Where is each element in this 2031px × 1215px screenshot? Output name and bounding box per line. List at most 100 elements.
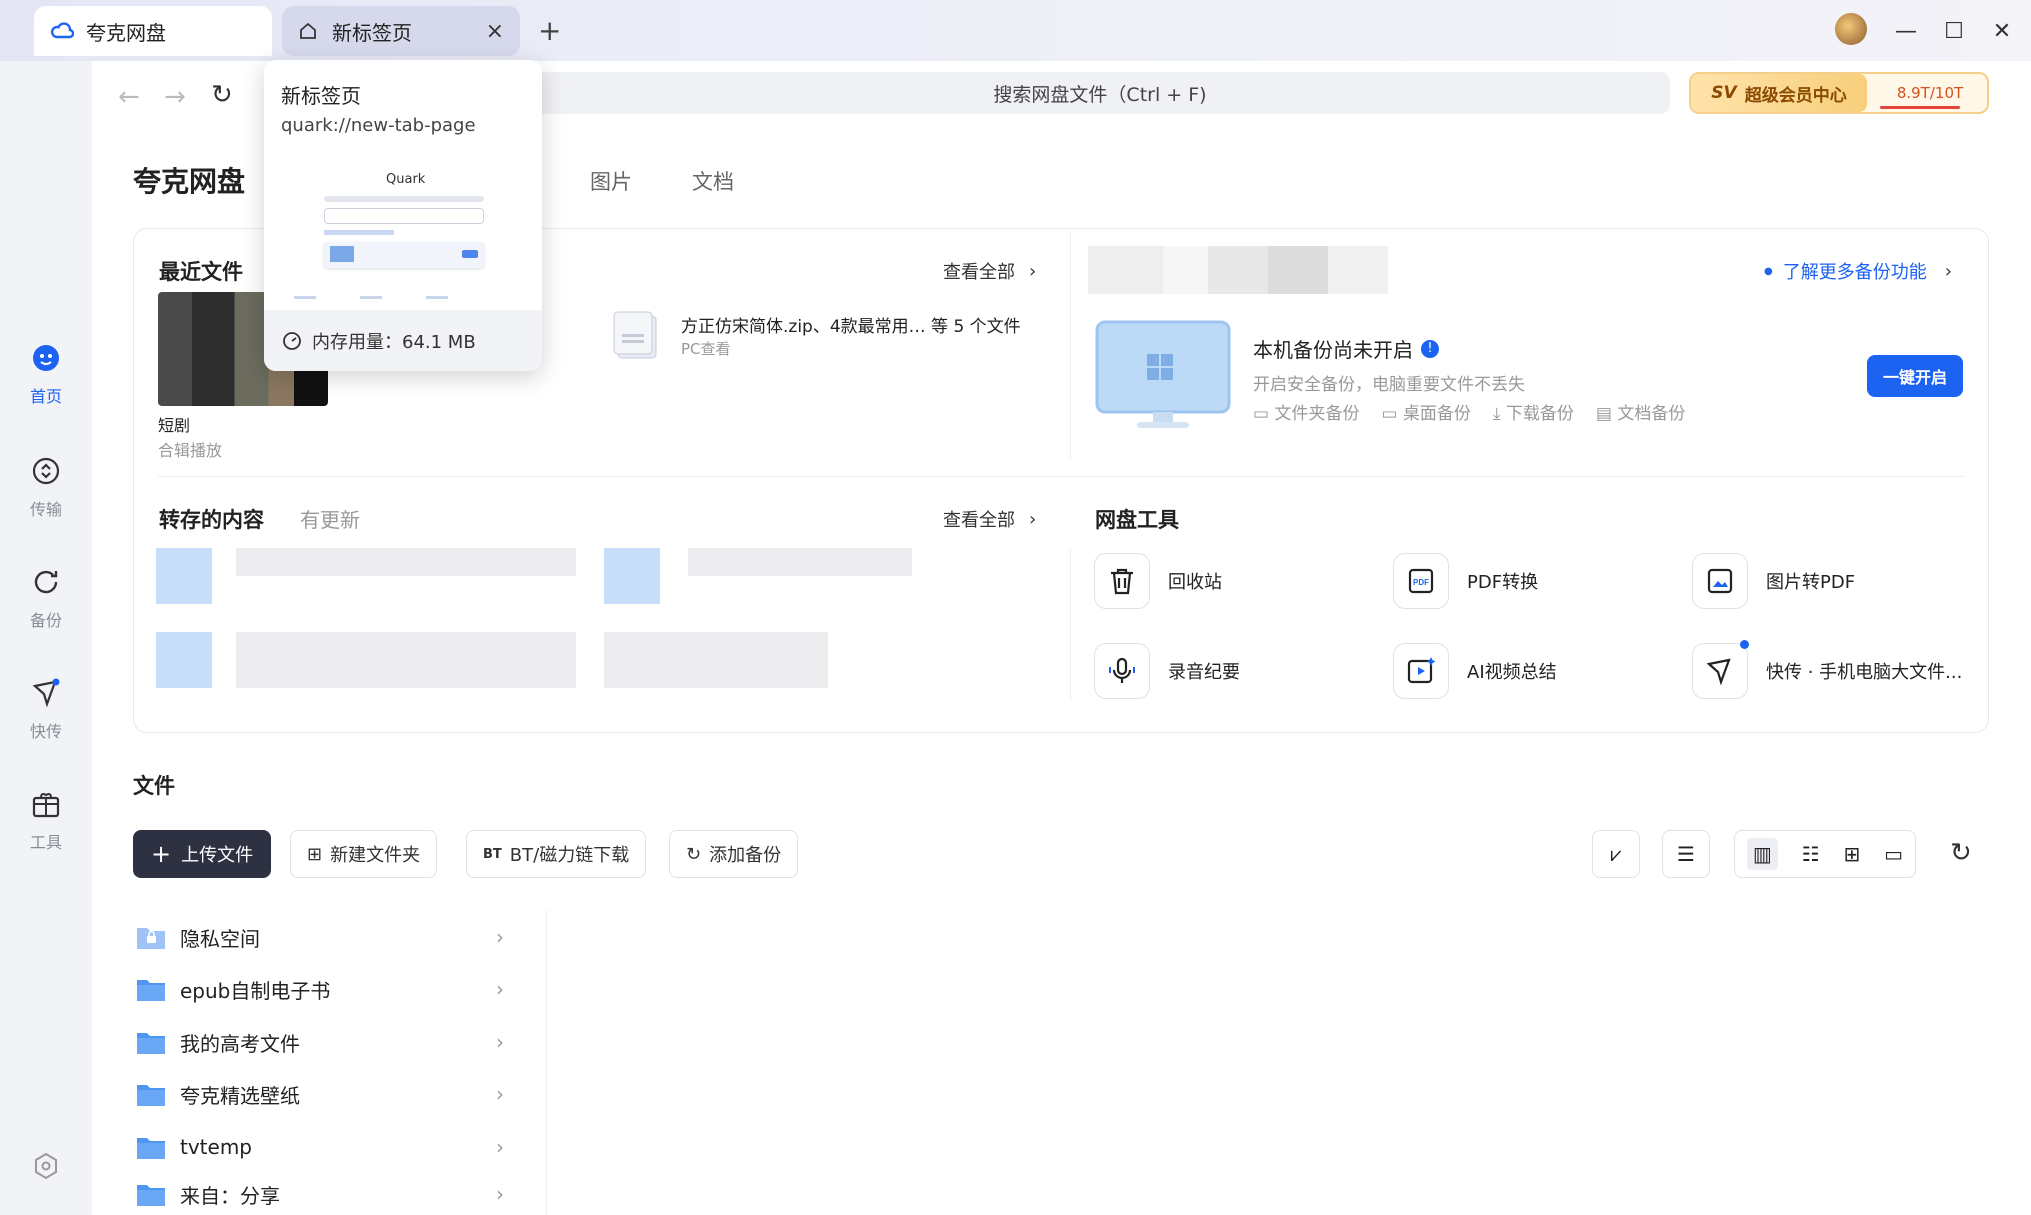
info-icon[interactable]: !: [1421, 339, 1439, 358]
recent-view-all-link[interactable]: 查看全部 ›: [943, 258, 1036, 284]
backup-option-folder[interactable]: ▭ 文件夹备份: [1253, 399, 1359, 424]
backup-learn-more-link[interactable]: ● 了解更多备份功能 ›: [1764, 258, 1952, 284]
sidebar-item-transfer[interactable]: 传输: [0, 456, 92, 520]
tool-label: 回收站: [1168, 572, 1222, 593]
preview-view-icon[interactable]: ▭: [1884, 842, 1903, 866]
settings-icon[interactable]: [32, 1152, 60, 1180]
thumb-brand: Quark: [386, 172, 426, 187]
memory-usage-label: 内存用量：64.1 MB: [312, 331, 476, 353]
close-window-button[interactable]: ✕: [1982, 14, 2022, 48]
sidebar-item-backup[interactable]: 备份: [0, 567, 92, 631]
maximize-button[interactable]: ☐: [1934, 14, 1974, 48]
backup-option-download[interactable]: ⤓ 下载备份: [1493, 399, 1574, 424]
sidebar-item-quick-send[interactable]: 快传: [0, 678, 92, 742]
chevron-right-icon: ›: [496, 1135, 504, 1159]
popup-thumbnail: Quark: [264, 160, 542, 310]
saved-item-thumb-blurred[interactable]: [604, 632, 828, 688]
saved-item-thumb[interactable]: [156, 632, 212, 688]
tool-label: 图片转PDF: [1766, 572, 1856, 593]
tools-title: 网盘工具: [1095, 508, 1179, 532]
view-all-label: 查看全部: [943, 262, 1015, 283]
folder-row[interactable]: 夸克精选壁纸 ›: [136, 1068, 504, 1120]
forward-button[interactable]: →: [164, 82, 186, 112]
thumb-image: [330, 246, 354, 262]
minimize-button[interactable]: —: [1886, 14, 1926, 48]
enable-backup-button[interactable]: 一键开启: [1867, 355, 1963, 397]
sidebar: [0, 61, 92, 1215]
new-folder-button[interactable]: ⊞ 新建文件夹: [290, 830, 438, 878]
home-outline-icon: [298, 21, 318, 41]
tool-voice-notes[interactable]: 录音纪要: [1094, 643, 1240, 699]
folder-row-private[interactable]: 隐私空间 ›: [136, 911, 504, 963]
tool-label: PDF转换: [1467, 572, 1539, 593]
saved-content-title: 转存的内容: [159, 508, 264, 532]
tab-new-tab[interactable]: 新标签页 ×: [282, 6, 520, 56]
folder-name: 夸克精选壁纸: [180, 1083, 300, 1108]
option-label: 桌面备份: [1402, 404, 1471, 424]
refresh-icon[interactable]: ↻: [1950, 838, 1972, 868]
button-label: BT/磁力链下载: [509, 845, 630, 866]
sidebar-item-label: 首页: [29, 387, 62, 406]
avatar[interactable]: [1835, 13, 1867, 45]
refresh-icon[interactable]: ↻: [211, 80, 233, 110]
tool-label: 快传 · 手机电脑大文件...: [1766, 662, 1963, 683]
folder-row[interactable]: tvtemp ›: [136, 1121, 504, 1173]
saved-item-thumb[interactable]: [156, 548, 212, 604]
option-label: 下载备份: [1505, 404, 1574, 424]
saved-item-text-blurred: [688, 548, 912, 576]
saved-view-all-link[interactable]: 查看全部 ›: [943, 506, 1036, 532]
tool-recycle-bin[interactable]: 回收站: [1094, 553, 1222, 609]
new-tab-button[interactable]: +: [538, 14, 561, 47]
folder-row[interactable]: epub自制电子书 ›: [136, 963, 504, 1015]
tool-ai-video-summary[interactable]: AI视频总结: [1393, 643, 1557, 699]
backup-option-desktop[interactable]: ▭ 桌面备份: [1381, 399, 1470, 424]
saved-item-text-blurred: [236, 548, 576, 576]
sidebar-item-label: 备份: [29, 611, 62, 630]
back-button[interactable]: ←: [118, 82, 140, 112]
saved-content-subtitle[interactable]: 有更新: [300, 504, 360, 533]
upload-button[interactable]: + 上传文件: [133, 830, 272, 878]
page-title: 夸克网盘: [133, 165, 246, 198]
folder-row[interactable]: 我的高考文件 ›: [136, 1016, 504, 1068]
backup-icon: ↻: [686, 843, 702, 865]
divider: [1070, 232, 1071, 458]
column-view-icon[interactable]: ▥: [1746, 838, 1778, 870]
folder-row[interactable]: 来自：分享 ›: [136, 1173, 504, 1215]
sidebar-item-tools[interactable]: 工具: [0, 789, 92, 853]
thumb-line: [324, 196, 484, 202]
sidebar-item-home[interactable]: 首页: [0, 343, 92, 407]
backup-status-title: 本机备份尚未开启!: [1253, 334, 1439, 363]
files-title: 文件: [133, 774, 175, 798]
vip-center-button[interactable]: SV 超级会员中心: [1691, 74, 1867, 112]
gauge-icon: [282, 331, 302, 351]
tab-quark-drive[interactable]: 夸克网盘: [34, 6, 272, 56]
view-mode-group: ▥ ☷ ⊞ ▭: [1734, 830, 1916, 878]
computer-monitor-icon: [1095, 320, 1231, 432]
tool-image-to-pdf[interactable]: 图片转PDF: [1692, 553, 1855, 609]
toolbox-icon: [31, 789, 61, 829]
add-backup-button[interactable]: ↻ 添加备份: [669, 830, 799, 878]
chevron-right-icon: ›: [496, 977, 504, 1001]
filter-button[interactable]: ⩗: [1592, 830, 1640, 878]
option-label: 文件夹备份: [1274, 404, 1360, 424]
folder-icon: [136, 1181, 166, 1207]
backup-option-docs[interactable]: ▤ 文档备份: [1596, 399, 1685, 424]
sort-button[interactable]: ☰: [1662, 830, 1710, 878]
saved-item-thumb[interactable]: [604, 548, 660, 604]
tool-pdf-convert[interactable]: PDF PDF转换: [1393, 553, 1538, 609]
notification-dot: [1740, 640, 1749, 649]
chevron-right-icon: ›: [1029, 508, 1037, 530]
search-input[interactable]: 搜索网盘文件（Ctrl + F): [530, 72, 1670, 114]
tool-quick-send[interactable]: 快传 · 手机电脑大文件...: [1692, 640, 1963, 699]
tab-documents[interactable]: 文档: [692, 166, 734, 196]
folder-name: epub自制电子书: [180, 978, 331, 1003]
bt-download-button[interactable]: BT BT/磁力链下载: [466, 830, 647, 878]
list-view-icon[interactable]: ☷: [1802, 842, 1820, 866]
dot-icon: ●: [1764, 265, 1773, 277]
grid-view-icon[interactable]: ⊞: [1843, 842, 1860, 866]
tab-images[interactable]: 图片: [590, 166, 632, 196]
pdf-icon: PDF: [1393, 553, 1449, 609]
svip-badge-icon: SV: [1711, 83, 1737, 103]
close-tab-icon[interactable]: ×: [486, 19, 504, 44]
recent-item-name[interactable]: 方正仿宋简体.zip、4款最常用… 等 5 个文件: [681, 312, 1021, 337]
